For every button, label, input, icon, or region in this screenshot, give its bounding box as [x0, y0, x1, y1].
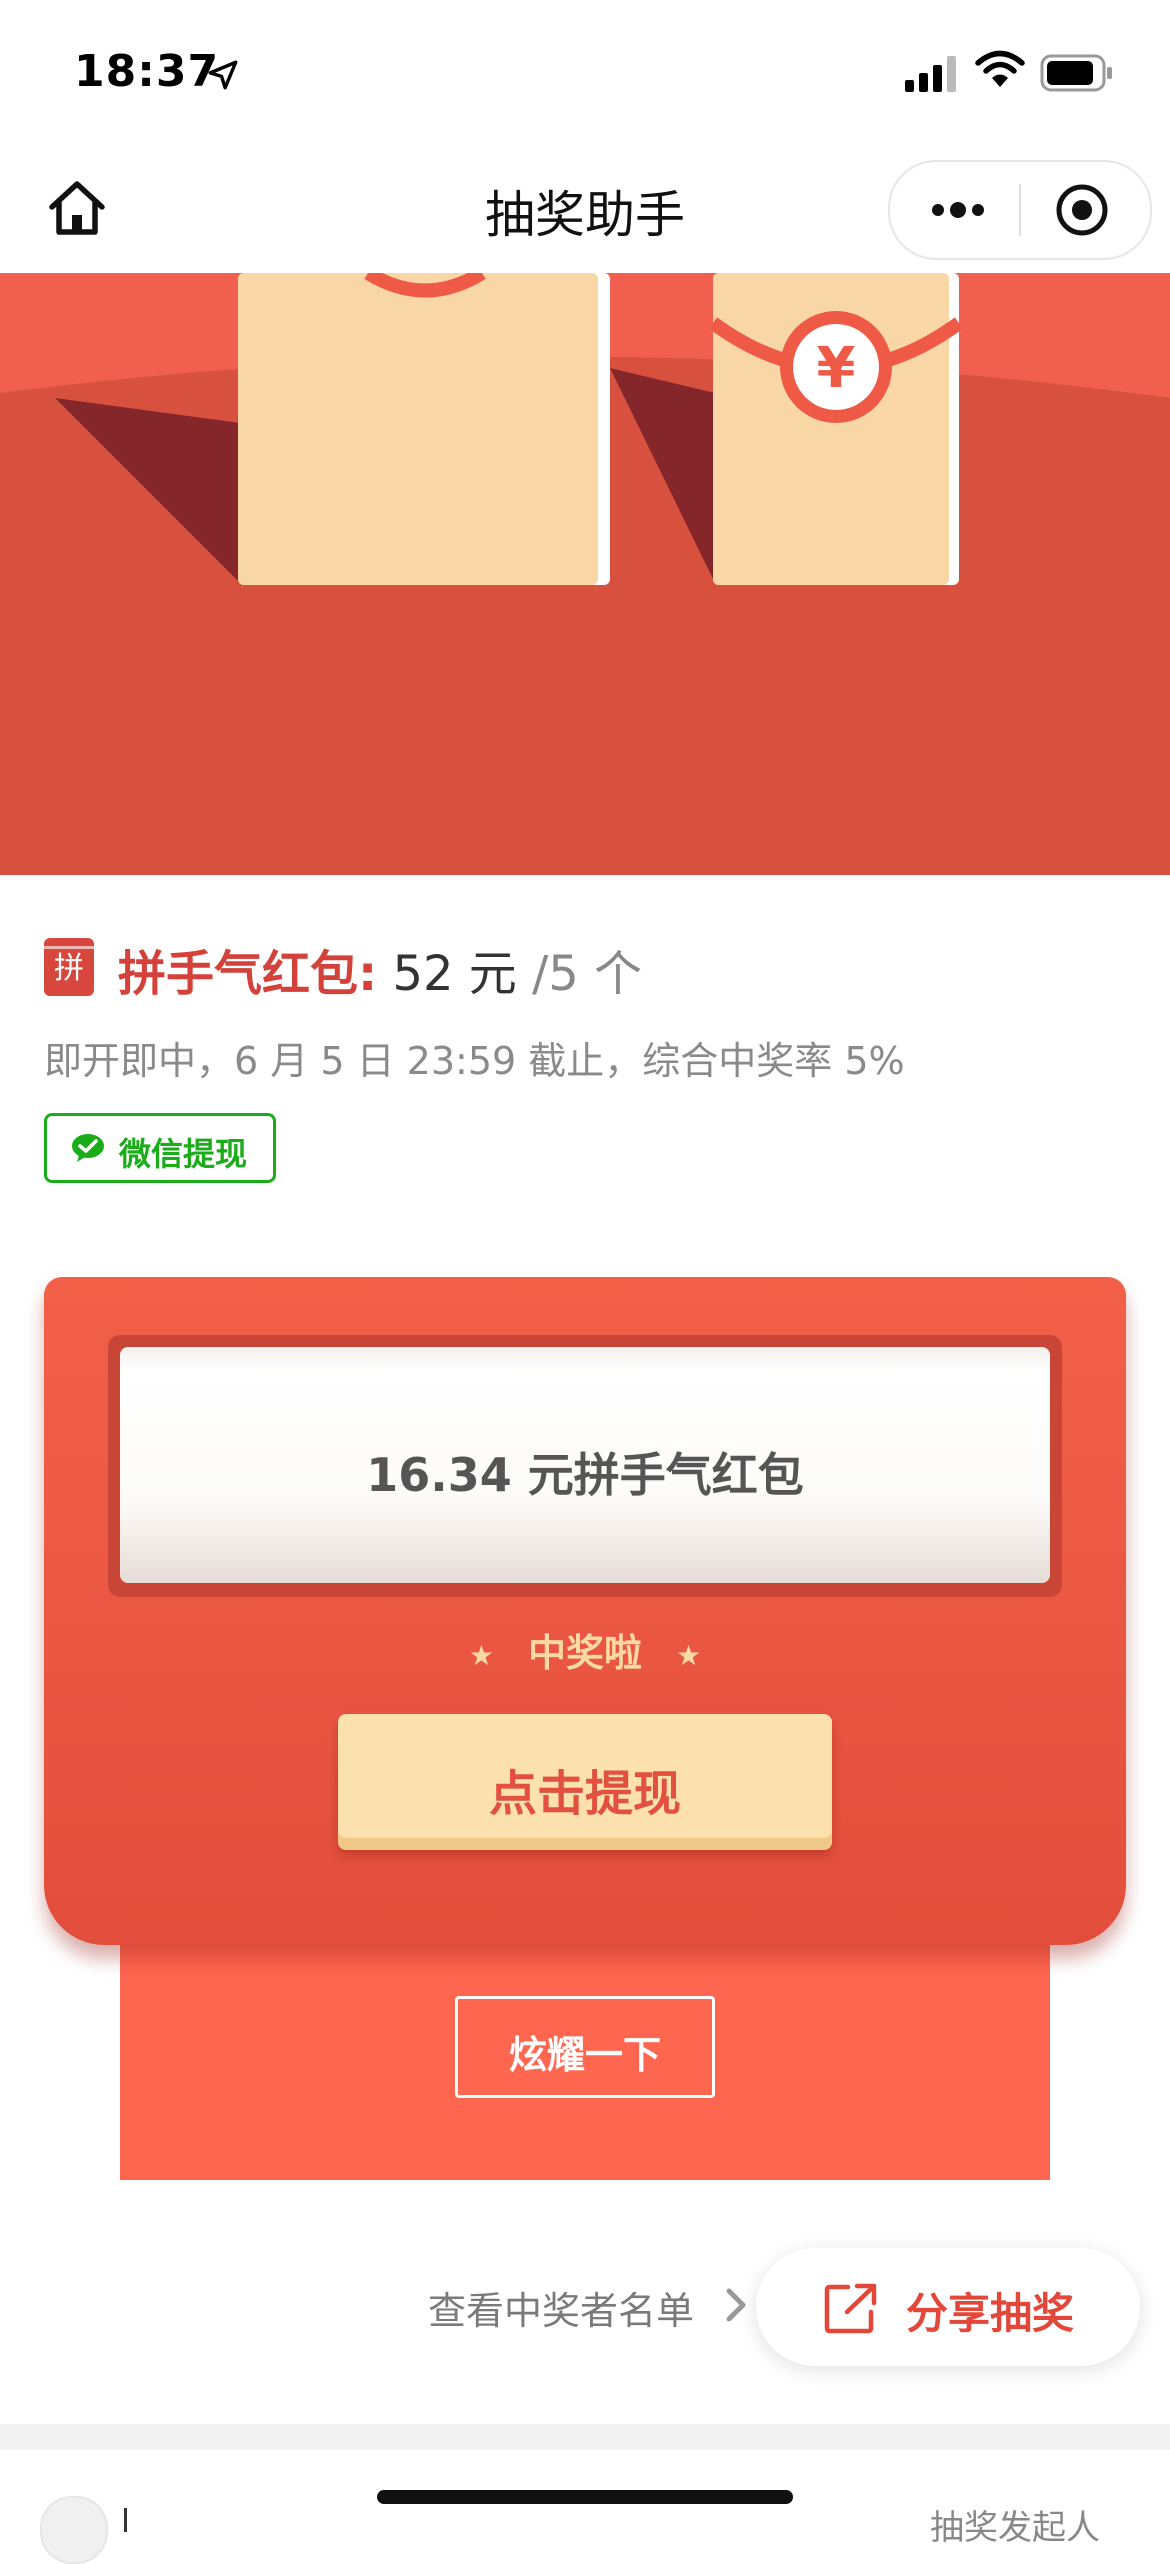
wechat-withdraw-tag: 微信提现 [44, 1113, 276, 1183]
status-time: 18:37 [74, 46, 220, 97]
nav-bar: 抽奖助手 [0, 145, 1170, 273]
star-right-icon: ★ [676, 1639, 702, 1672]
show-off-button[interactable]: 炫耀一下 [455, 1996, 715, 2098]
wechat-icon [72, 1134, 104, 1162]
winner-list-link[interactable]: 查看中奖者名单 [428, 2280, 694, 2335]
chevron-right-icon[interactable] [722, 2285, 750, 2325]
share-lottery-button[interactable]: 分享抽奖 [756, 2248, 1140, 2366]
text-cursor [124, 2508, 127, 2532]
more-dots-icon[interactable] [928, 192, 988, 228]
withdraw-button[interactable]: 点击提现 [338, 1714, 832, 1850]
section-divider [0, 2424, 1170, 2450]
status-bar: 18:37 [0, 0, 1170, 145]
yuan-icon: ¥ [780, 311, 892, 423]
prize-amount: 52 元 [377, 946, 533, 1002]
wechat-withdraw-label: 微信提现 [119, 1135, 248, 1173]
star-left-icon: ★ [468, 1639, 494, 1672]
target-icon[interactable] [1054, 182, 1110, 238]
prize-label: 拼手气红包: [118, 946, 378, 1002]
svg-text:¥: ¥ [817, 336, 856, 401]
signal-icon [905, 56, 956, 92]
prize-title: 拼手气红包: 52 元 /5 个 [118, 934, 642, 1004]
home-indicator[interactable] [377, 2490, 793, 2504]
share-lottery-label: 分享抽奖 [906, 2289, 1075, 2338]
wifi-icon [975, 50, 1025, 87]
avatar-icon[interactable] [40, 2496, 108, 2564]
result-text: 16.34 元拼手气红包 [366, 1448, 804, 1502]
result-frame: 16.34 元拼手气红包 [108, 1335, 1062, 1597]
result-card: 16.34 元拼手气红包 ★ 中奖啦 ★ 点击提现 [44, 1277, 1126, 1945]
initiator-label: 抽奖发起人 [930, 2508, 1100, 2548]
location-arrow-icon [208, 60, 238, 90]
capsule-divider [1019, 184, 1021, 236]
result-box: 16.34 元拼手气红包 [120, 1347, 1050, 1583]
lottery-sub-info: 即开即中，6 月 5 日 23:59 截止，综合中奖率 5% [44, 1039, 905, 1083]
show-off-button-label: 炫耀一下 [508, 2033, 661, 2077]
prize-count: /5 个 [532, 946, 643, 1002]
share-icon [824, 2283, 877, 2334]
win-banner: ★ 中奖啦 ★ [44, 1622, 1126, 1677]
battery-icon [1040, 54, 1112, 92]
win-text: 中奖啦 [527, 1631, 642, 1675]
lottery-banner-image: ¥ [0, 273, 1170, 875]
withdraw-button-label: 点击提现 [488, 1766, 681, 1822]
mini-program-capsule [888, 160, 1152, 260]
pin-badge-icon: 拼 [44, 938, 94, 996]
